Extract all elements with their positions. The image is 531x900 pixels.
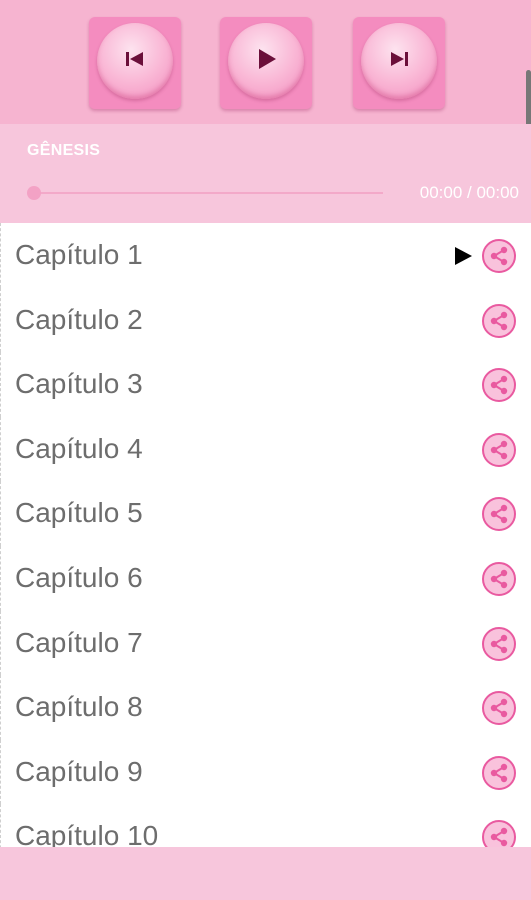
chapter-label: Capítulo 9: [15, 755, 143, 787]
chapter-row[interactable]: Capítulo 10: [0, 804, 531, 847]
share-icon: [490, 828, 508, 847]
progress-thumb[interactable]: [27, 186, 41, 200]
chapter-label: Capítulo 7: [15, 626, 143, 658]
chapter-row[interactable]: Capítulo 1: [0, 223, 531, 288]
chapter-label: Capítulo 2: [15, 303, 143, 335]
share-icon: [490, 375, 508, 395]
chapter-label: Capítulo 8: [15, 691, 143, 723]
chapter-label: Capítulo 4: [15, 432, 143, 464]
share-button[interactable]: [482, 691, 516, 726]
share-button[interactable]: [482, 239, 516, 273]
share-icon: [490, 569, 508, 589]
share-button[interactable]: [482, 755, 516, 790]
next-button-disc: [361, 23, 437, 99]
chapter-row[interactable]: Capítulo 3: [0, 352, 531, 417]
chapter-row[interactable]: Capítulo 7: [0, 610, 531, 676]
next-button[interactable]: [353, 17, 445, 109]
bottom-bar: [0, 847, 531, 900]
chapter-row[interactable]: Capítulo 6: [0, 545, 531, 611]
chapter-label: Capítulo 6: [15, 561, 143, 593]
share-icon: [490, 311, 508, 330]
chapter-row[interactable]: Capítulo 4: [0, 416, 531, 482]
book-title: GÊNESIS: [27, 142, 101, 159]
share-button[interactable]: [482, 497, 516, 532]
share-button[interactable]: [482, 626, 516, 661]
share-button[interactable]: [482, 303, 516, 338]
previous-button[interactable]: [89, 17, 181, 109]
now-playing-panel: GÊNESIS 00:00 / 00:00: [0, 124, 531, 223]
share-icon: [490, 440, 508, 459]
chapter-label: Capítulo 10: [15, 820, 159, 847]
chapter-list: Capítulo 1 Capítulo 2 Capítulo 3 Capítulo 4…: [0, 223, 531, 847]
share-button[interactable]: [482, 368, 516, 403]
chapter-label: Capítulo 5: [15, 497, 143, 529]
share-icon: [490, 698, 508, 718]
chapter-row[interactable]: Capítulo 8: [0, 675, 531, 740]
play-button-disc: [228, 23, 304, 99]
share-button[interactable]: [482, 820, 516, 847]
skip-next-icon: [391, 52, 408, 66]
play-button[interactable]: [220, 17, 312, 109]
chapter-label: Capítulo 1: [15, 239, 143, 270]
play-icon: [259, 49, 276, 69]
player-controls: [0, 0, 531, 124]
chapter-row[interactable]: Capítulo 2: [0, 287, 531, 353]
share-button[interactable]: [482, 561, 516, 596]
share-icon: [490, 246, 508, 266]
chapter-row[interactable]: Capítulo 9: [0, 739, 531, 805]
chapter-label: Capítulo 3: [15, 368, 143, 400]
share-icon: [490, 634, 508, 653]
time-display: 00:00 / 00:00: [419, 183, 519, 202]
previous-button-disc: [97, 23, 173, 99]
share-icon: [490, 505, 508, 524]
share-button[interactable]: [482, 432, 516, 467]
chapter-row[interactable]: Capítulo 5: [0, 481, 531, 546]
play-indicator-icon: [455, 247, 472, 265]
share-icon: [490, 763, 508, 782]
progress-track[interactable]: [33, 192, 383, 194]
skip-previous-icon: [126, 52, 143, 66]
